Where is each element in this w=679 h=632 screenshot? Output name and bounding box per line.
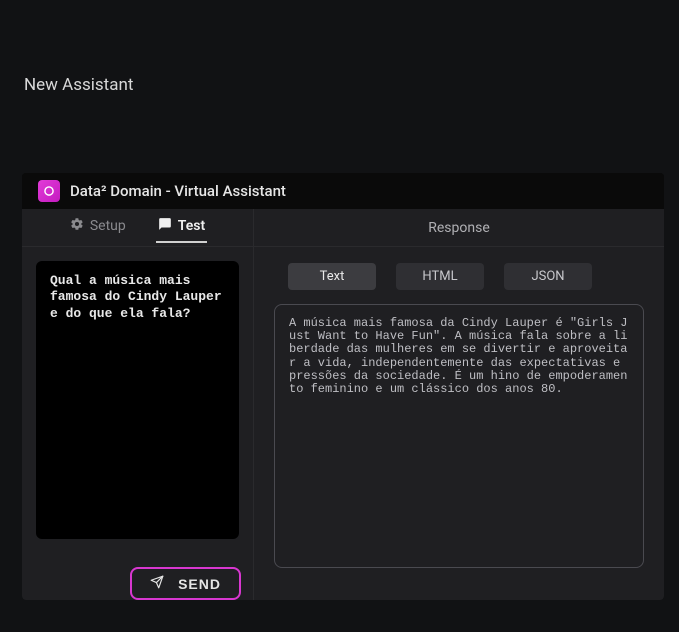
send-button[interactable]: SEND xyxy=(130,567,241,600)
response-output[interactable]: A música mais famosa da Cindy Lauper é "… xyxy=(274,304,644,568)
chat-icon xyxy=(158,217,172,235)
panel-header: Data² Domain - Virtual Assistant xyxy=(22,173,664,209)
assistant-panel: Data² Domain - Virtual Assistant Setup T… xyxy=(22,173,664,600)
left-column: Setup Test Qual a música mais famosa do … xyxy=(22,209,254,600)
right-column: Response Text HTML JSON A música mais fa… xyxy=(254,209,664,600)
format-text-button[interactable]: Text xyxy=(288,263,376,290)
send-icon xyxy=(150,575,164,592)
logo-icon xyxy=(38,180,60,202)
format-json-button[interactable]: JSON xyxy=(504,263,592,290)
prompt-input[interactable]: Qual a música mais famosa do Cindy Laupe… xyxy=(36,261,239,539)
send-row: SEND xyxy=(22,557,253,600)
left-tabbar: Setup Test xyxy=(22,209,253,247)
tab-test-label: Test xyxy=(178,218,205,234)
tab-setup[interactable]: Setup xyxy=(68,213,128,243)
gear-icon xyxy=(70,217,84,235)
response-header: Response xyxy=(254,209,664,247)
panel-title: Data² Domain - Virtual Assistant xyxy=(70,182,286,200)
page-title: New Assistant xyxy=(0,0,679,95)
prompt-area: Qual a música mais famosa do Cindy Laupe… xyxy=(22,247,253,557)
format-row: Text HTML JSON xyxy=(254,247,664,290)
format-html-button[interactable]: HTML xyxy=(396,263,484,290)
response-wrap: A música mais famosa da Cindy Lauper é "… xyxy=(254,290,664,600)
tab-test[interactable]: Test xyxy=(156,213,207,243)
panel-body: Setup Test Qual a música mais famosa do … xyxy=(22,209,664,600)
tab-setup-label: Setup xyxy=(90,218,126,234)
send-label: SEND xyxy=(178,576,221,592)
